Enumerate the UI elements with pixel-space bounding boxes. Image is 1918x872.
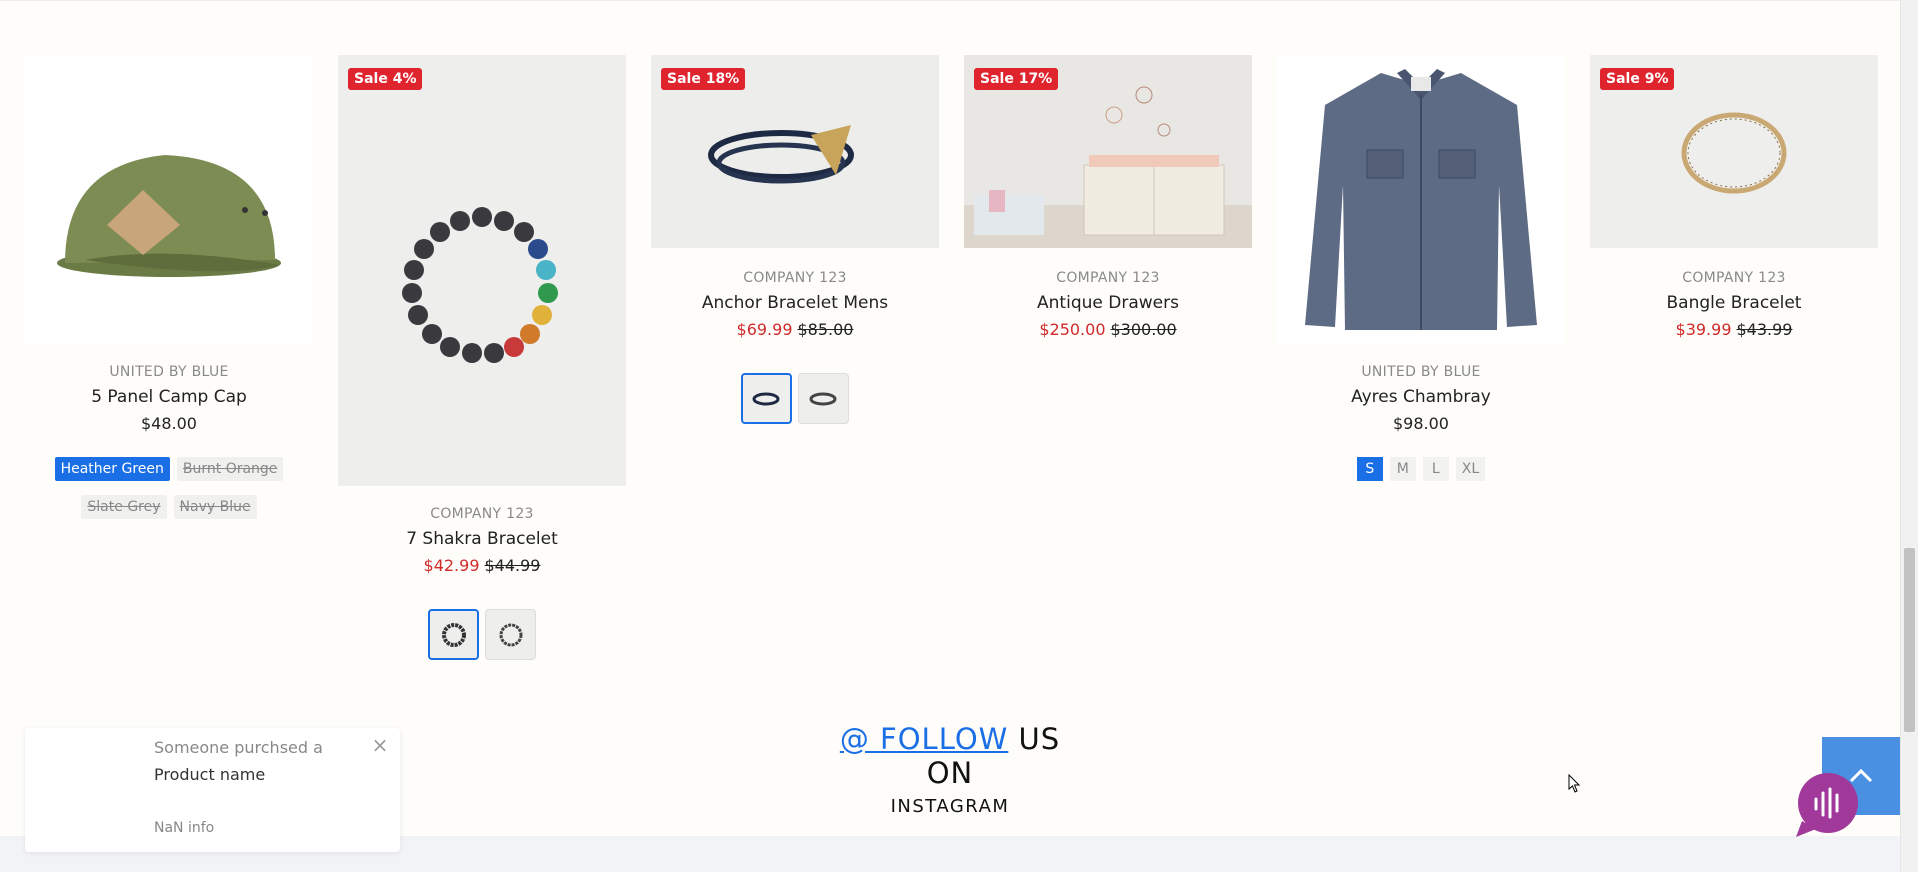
sale-badge: Sale 17% [974, 68, 1059, 90]
product-card: Sale 18% COMPANY 123 Anchor Bracelet Men… [651, 55, 939, 424]
product-price: $42.99 $44.99 [338, 556, 626, 575]
product-title[interactable]: Antique Drawers [964, 293, 1252, 313]
chat-bubble-icon [1796, 773, 1858, 837]
product-vendor: COMPANY 123 [1056, 270, 1160, 286]
option-navy-blue[interactable]: Navy Blue [173, 495, 257, 519]
product-card: Sale 4% COMPANY 123 7 Shakra Bracelet $4… [338, 55, 626, 660]
product-card: UNITED BY BLUE Ayres Chambray $98.00 S M… [1277, 55, 1565, 481]
follow-link[interactable]: @ FOLLOW [840, 722, 1009, 756]
product-image[interactable]: Sale 9% [1590, 55, 1878, 248]
variant-thumbnail[interactable] [798, 373, 849, 424]
product-price: $39.99 $43.99 [1590, 320, 1878, 339]
product-card: UNITED BY BLUE 5 Panel Camp Cap $48.00 H… [25, 55, 313, 519]
product-title[interactable]: 5 Panel Camp Cap [25, 387, 313, 407]
color-options: Heather Green Burnt Orange Slate Grey Na… [25, 457, 313, 519]
product-price: $69.99 $85.00 [651, 320, 939, 339]
popup-info: NaN info [154, 820, 215, 836]
scrollbar[interactable] [1900, 0, 1918, 872]
sale-badge: Sale 4% [348, 68, 423, 90]
option-burnt-orange[interactable]: Burnt Orange [176, 457, 284, 481]
top-divider [0, 0, 1900, 1]
sale-price: $42.99 [423, 556, 480, 575]
product-vendor: UNITED BY BLUE [109, 364, 229, 380]
sales-notification-popup: Someone purchsed a Product name NaN info… [25, 728, 400, 852]
sale-badge: Sale 18% [661, 68, 746, 90]
compare-price: $300.00 [1110, 320, 1177, 339]
regular-price: $48.00 [141, 414, 197, 433]
compare-price: $85.00 [797, 320, 854, 339]
product-price: $250.00 $300.00 [964, 320, 1252, 339]
size-option-l[interactable]: L [1422, 457, 1449, 481]
product-vendor: COMPANY 123 [430, 506, 534, 522]
sale-badge: Sale 9% [1600, 68, 1675, 90]
popup-message: Someone purchsed a [154, 738, 323, 757]
sale-price: $69.99 [736, 320, 793, 339]
size-option-m[interactable]: M [1389, 457, 1416, 481]
instagram-follow-section: @ FOLLOW US ON INSTAGRAM [820, 722, 1080, 817]
variant-swatches [651, 373, 939, 424]
product-title[interactable]: 7 Shakra Bracelet [338, 529, 626, 549]
product-price: $48.00 [25, 414, 313, 433]
sale-price: $250.00 [1039, 320, 1106, 339]
option-slate-grey[interactable]: Slate Grey [81, 495, 167, 519]
compare-price: $44.99 [484, 556, 541, 575]
product-price: $98.00 [1277, 414, 1565, 433]
sale-price: $39.99 [1675, 320, 1732, 339]
product-image[interactable] [25, 55, 313, 344]
chat-widget-button[interactable] [1792, 771, 1860, 839]
product-image[interactable]: Sale 4% [338, 55, 626, 486]
product-image[interactable]: Sale 17% [964, 55, 1252, 248]
product-vendor: COMPANY 123 [743, 270, 847, 286]
variant-thumbnail[interactable] [741, 373, 792, 424]
mouse-cursor-icon [1568, 774, 1581, 793]
variant-thumbnail[interactable] [428, 609, 479, 660]
compare-price: $43.99 [1736, 320, 1793, 339]
product-vendor: COMPANY 123 [1682, 270, 1786, 286]
variant-thumbnail[interactable] [485, 609, 536, 660]
product-image[interactable] [1277, 55, 1565, 344]
page: UNITED BY BLUE 5 Panel Camp Cap $48.00 H… [0, 0, 1918, 872]
size-options: S M L XL [1277, 457, 1565, 481]
variant-swatches [338, 609, 626, 660]
product-card: Sale 17% COMPANY 123 Antique Drawers $25… [964, 55, 1252, 339]
product-title[interactable]: Ayres Chambray [1277, 387, 1565, 407]
product-title[interactable]: Anchor Bracelet Mens [651, 293, 939, 313]
product-grid: UNITED BY BLUE 5 Panel Camp Cap $48.00 H… [25, 55, 1878, 660]
size-option-s[interactable]: S [1356, 457, 1383, 481]
size-option-xl[interactable]: XL [1455, 457, 1486, 481]
follow-heading: @ FOLLOW US ON [820, 722, 1080, 790]
product-card: Sale 9% COMPANY 123 Bangle Bracelet $39.… [1590, 55, 1878, 339]
popup-product-name[interactable]: Product name [154, 765, 265, 784]
regular-price: $98.00 [1393, 414, 1449, 433]
option-heather-green[interactable]: Heather Green [54, 457, 170, 481]
product-image[interactable]: Sale 18% [651, 55, 939, 248]
product-vendor: UNITED BY BLUE [1361, 364, 1481, 380]
instagram-label: INSTAGRAM [890, 796, 1010, 817]
product-title[interactable]: Bangle Bracelet [1590, 293, 1878, 313]
scrollbar-thumb[interactable] [1904, 548, 1915, 732]
close-icon[interactable]: × [370, 735, 390, 756]
